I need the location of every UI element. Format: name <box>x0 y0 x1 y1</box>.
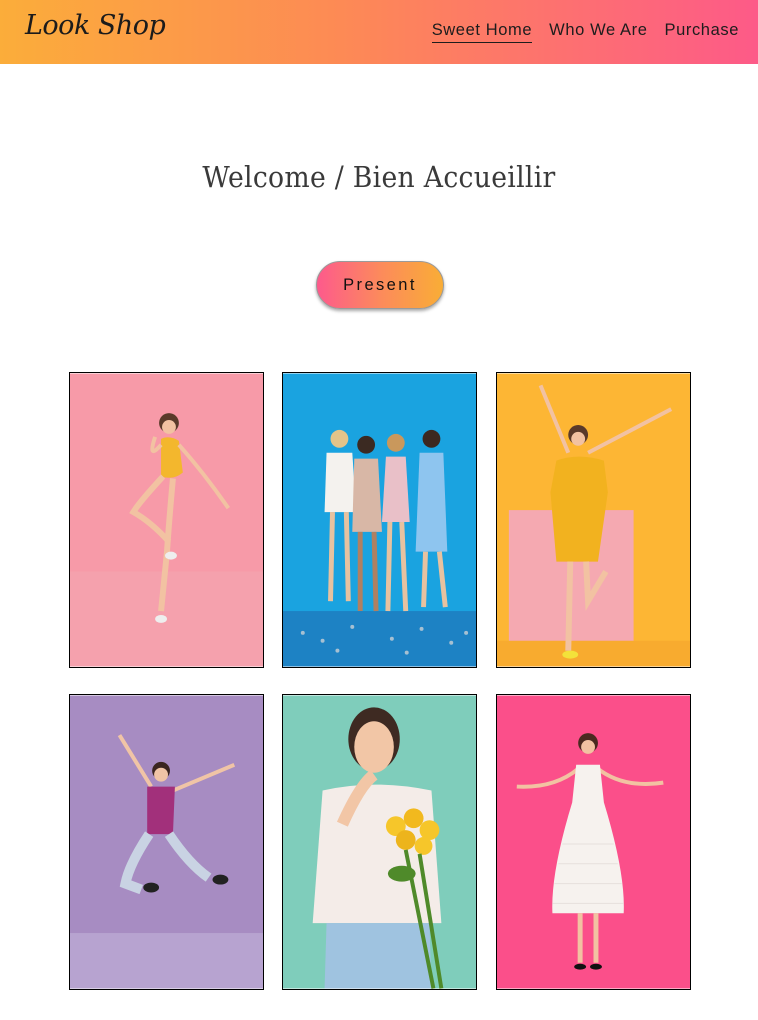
present-button[interactable]: Present <box>316 261 444 309</box>
gallery-photo-jumping-purple[interactable] <box>69 694 264 990</box>
nav-purchase[interactable]: Purchase <box>664 21 739 43</box>
nav-who-we-are[interactable]: Who We Are <box>549 21 647 43</box>
photo-flowers <box>283 695 476 989</box>
photo-jumping-yellow <box>70 373 263 667</box>
gallery-photo-raised-arms[interactable] <box>496 372 691 668</box>
photo-group-party <box>283 373 476 667</box>
main-nav: Sweet Home Who We Are Purchase <box>431 21 739 43</box>
logo[interactable]: Look Shop <box>25 10 166 41</box>
photo-raised-arms <box>497 373 690 667</box>
gallery-photo-flowers[interactable] <box>282 694 477 990</box>
photo-jumping-purple <box>70 695 263 989</box>
gallery-photo-jumping-yellow[interactable] <box>69 372 264 668</box>
top-bar: Look Shop Sweet Home Who We Are Purchase <box>0 0 758 64</box>
gallery-photo-white-dress[interactable] <box>496 694 691 990</box>
nav-sweet-home[interactable]: Sweet Home <box>431 21 533 43</box>
gallery-photo-group-party[interactable] <box>282 372 477 668</box>
photo-white-dress <box>497 695 690 989</box>
page-title: Welcome / Bien Accueillir <box>202 160 556 194</box>
